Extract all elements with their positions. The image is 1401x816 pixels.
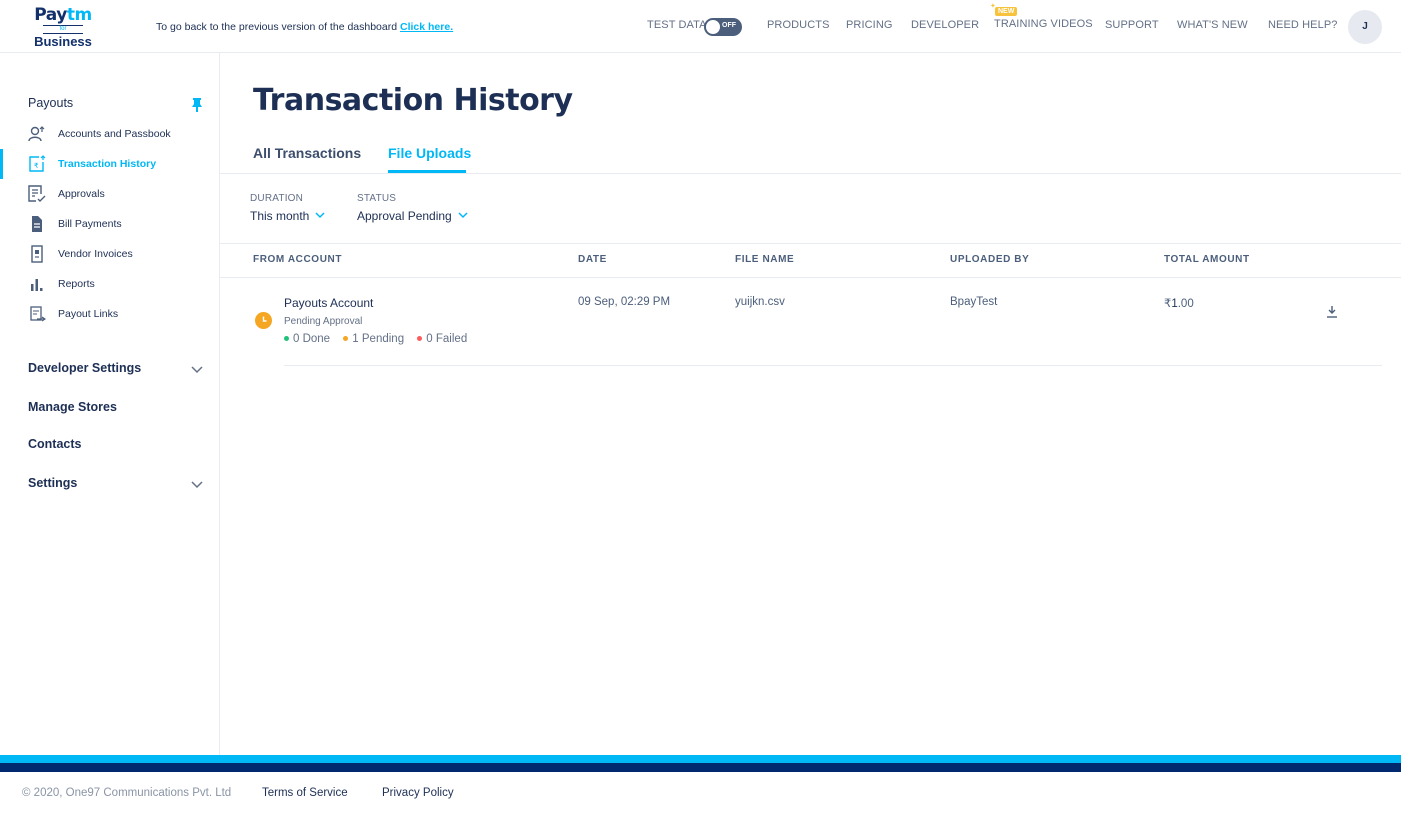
sidebar-section-contacts[interactable]: Contacts [28,437,81,451]
sidebar-item-bill-payments[interactable]: Bill Payments [0,209,219,239]
row-uploaded-by: BpayTest [950,296,998,308]
row-counts: 0 Done 1 Pending 0 Failed [284,333,477,345]
nav-developer[interactable]: DEVELOPER [911,19,979,31]
column-header-uploaded-by: UPLOADED BY [950,254,1030,265]
clock-hands [262,316,267,322]
page-title: Transaction History [253,83,573,118]
pending-count: 1 Pending [352,333,405,345]
download-icon[interactable] [1326,305,1338,318]
column-header-date: DATE [578,254,607,265]
row-date: 09 Sep, 02:29 PM [578,296,671,308]
sidebar-item-payout-links[interactable]: Payout Links [0,299,219,329]
duration-filter-select[interactable]: This month [250,209,309,223]
new-badge: NEW [995,7,1018,16]
tab-all-transactions[interactable]: All Transactions [253,145,361,161]
svg-text:₹: ₹ [34,162,39,170]
sidebar-item-label: Payout Links [58,308,119,320]
sidebar-item-label: Reports [58,278,95,290]
done-dot-icon [284,335,289,341]
nav-pricing[interactable]: PRICING [846,19,893,31]
sidebar-item-vendor-invoices[interactable]: Vendor Invoices [0,239,219,269]
sidebar-item-label: Approvals [58,188,105,200]
logo-text-pay: Pay [34,5,67,25]
chevron-down-icon[interactable] [315,212,325,219]
nav-need-help[interactable]: NEED HELP? [1268,19,1337,31]
transaction-history-icon: ₹ [29,155,46,172]
toggle-state-text: OFF [722,22,736,29]
row-divider [284,365,1382,366]
sidebar-item-reports[interactable]: Reports [0,269,219,299]
footer-band-navy [0,763,1401,772]
approvals-icon [28,185,46,202]
status-filter-label: STATUS [357,193,397,204]
tabs-divider [220,173,1401,174]
column-header-from-account: FROM ACCOUNT [253,254,343,265]
previous-version-link[interactable]: Click here. [400,21,453,33]
footer-copyright: © 2020, One97 Communications Pvt. Ltd [22,787,232,799]
row-status: Pending Approval [284,316,363,327]
test-data-toggle[interactable]: OFF [704,18,742,36]
sidebar-item-approvals[interactable]: Approvals [0,179,219,209]
row-account-name: Payouts Account [284,296,374,310]
toggle-knob [706,20,720,34]
paytm-business-logo[interactable]: Paytm for Business [34,5,92,49]
sidebar-item-transaction-history[interactable]: ₹ Transaction History [0,149,219,179]
footer-privacy-link[interactable]: Privacy Policy [382,787,454,799]
sidebar-section-manage-stores[interactable]: Manage Stores [28,400,117,414]
previous-version-note: To go back to the previous version of th… [156,21,453,33]
tab-file-uploads[interactable]: File Uploads [388,145,471,161]
nav-training-videos[interactable]: TRAINING VIDEOS [994,18,1093,30]
amount-decimal: .00 [1177,298,1194,310]
payout-link-icon [30,306,46,322]
chevron-down-icon[interactable] [191,366,203,374]
pin-icon[interactable] [191,97,203,113]
reports-icon [31,279,43,291]
footer-terms-link[interactable]: Terms of Service [262,787,348,799]
sidebar-title-payouts: Payouts [28,96,74,110]
top-header: Paytm for Business To go back to the pre… [0,0,1401,53]
done-count: 0 Done [293,333,331,345]
failed-dot-icon [417,335,423,341]
logo-text-tm: tm [66,5,92,25]
sidebar-section-developer-settings[interactable]: Developer Settings [28,361,141,375]
chevron-down-icon[interactable] [191,481,203,489]
sidebar: Payouts Accounts and Passbook ₹ Transact… [0,53,220,755]
sidebar-item-label: Bill Payments [58,218,122,230]
user-avatar[interactable]: J [1348,10,1382,44]
pending-dot-icon [343,335,349,341]
column-header-total-amount: TOTAL AMOUNT [1164,254,1250,265]
failed-count: 0 Failed [426,333,468,345]
active-indicator [0,149,3,179]
clock-icon [255,312,272,329]
sidebar-section-settings[interactable]: Settings [28,476,77,490]
row-file-name: yuijkn.csv [735,296,785,308]
row-amount: ₹1.00 [1164,296,1194,310]
previous-version-text: To go back to the previous version of th… [156,21,398,33]
account-icon [28,126,45,142]
column-header-file-name: FILE NAME [735,254,795,265]
nav-whats-new[interactable]: WHAT'S NEW [1177,19,1248,31]
duration-filter-label: DURATION [250,193,304,204]
logo-text-business: Business [34,34,92,49]
sidebar-item-label: Accounts and Passbook [58,128,171,140]
invoice-icon [31,245,43,263]
footer-band-blue [0,755,1401,763]
header-row-divider [220,277,1401,278]
sidebar-item-accounts-passbook[interactable]: Accounts and Passbook [0,119,219,149]
sidebar-item-label: Vendor Invoices [58,248,133,260]
nav-support[interactable]: SUPPORT [1105,19,1159,31]
chevron-down-icon[interactable] [458,212,468,219]
test-data-label: TEST DATA [647,19,707,31]
nav-products[interactable]: PRODUCTS [767,19,830,31]
bill-icon [32,216,42,232]
status-filter-select[interactable]: Approval Pending [357,209,452,223]
logo-text-for: for [43,25,83,34]
sidebar-item-label: Transaction History [58,158,157,170]
filters-divider [220,243,1401,244]
